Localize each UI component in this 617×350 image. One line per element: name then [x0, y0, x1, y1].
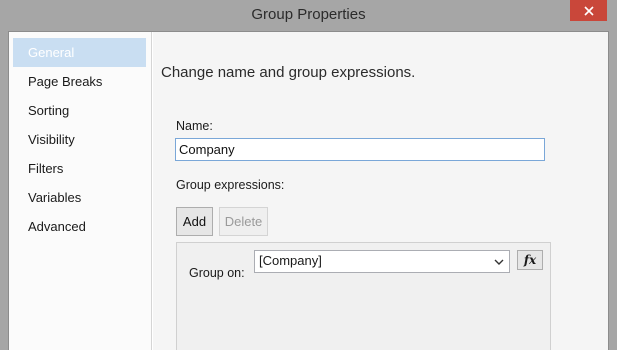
group-on-select[interactable]: [Company] [254, 250, 510, 273]
close-button[interactable] [570, 0, 607, 21]
add-button[interactable]: Add [176, 207, 213, 236]
title-bar: Group Properties [0, 0, 617, 31]
sidebar: General Page Breaks Sorting Visibility F… [9, 32, 152, 350]
page-title: Change name and group expressions. [161, 64, 416, 81]
group-on-label: Group on: [189, 266, 245, 280]
sidebar-item-sorting[interactable]: Sorting [13, 96, 146, 125]
sidebar-item-visibility[interactable]: Visibility [13, 125, 146, 154]
dialog-body: General Page Breaks Sorting Visibility F… [8, 31, 609, 350]
name-label: Name: [176, 119, 213, 133]
sidebar-item-general[interactable]: General [13, 38, 146, 67]
group-on-value: [Company] [259, 253, 322, 268]
chevron-down-icon [494, 259, 504, 265]
group-expressions-list: Group on: [Company] fx [176, 242, 551, 350]
group-properties-window: Group Properties General Page Breaks Sor… [0, 0, 617, 350]
sidebar-item-filters[interactable]: Filters [13, 154, 146, 183]
sidebar-item-page-breaks[interactable]: Page Breaks [13, 67, 146, 96]
fx-button[interactable]: fx [517, 250, 543, 270]
delete-button[interactable]: Delete [219, 207, 268, 236]
name-field[interactable] [175, 138, 545, 161]
fx-icon: fx [523, 253, 537, 267]
sidebar-item-advanced[interactable]: Advanced [13, 212, 146, 241]
sidebar-list: General Page Breaks Sorting Visibility F… [13, 38, 146, 241]
sidebar-item-variables[interactable]: Variables [13, 183, 146, 212]
window-title: Group Properties [251, 6, 366, 23]
close-icon [583, 5, 594, 16]
general-panel: Change name and group expressions. Name:… [153, 32, 608, 350]
group-expressions-label: Group expressions: [176, 178, 285, 192]
